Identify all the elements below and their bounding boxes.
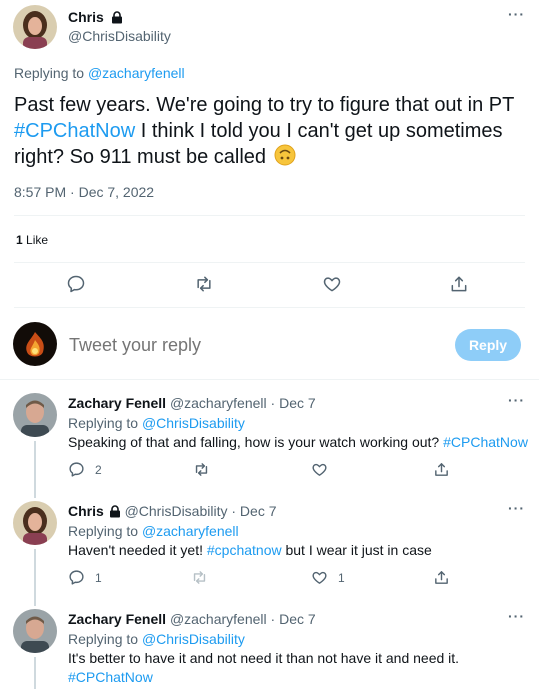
reply-date[interactable]: · Dec 7 [271, 395, 316, 411]
author-handle[interactable]: @ChrisDisability [68, 28, 171, 44]
replying-to-handle[interactable]: @zacharyfenell [142, 523, 239, 539]
reply-author-name[interactable]: Zachary Fenell [68, 611, 166, 627]
retweet-icon[interactable] [191, 569, 208, 586]
reply-author-name[interactable]: Zachary Fenell [68, 395, 166, 411]
more-dots-icon[interactable]: ··· [508, 608, 525, 624]
like-count: 1 [338, 570, 345, 585]
reply-icon[interactable]: 2 [68, 461, 102, 478]
divider [14, 307, 525, 308]
avatar[interactable] [13, 393, 57, 437]
lock-icon [111, 11, 123, 27]
hashtag-link[interactable]: #CPChatNow [443, 434, 528, 450]
replying-to-label: Replying to [14, 65, 85, 81]
likes-count: 1 [16, 233, 23, 247]
likes-label: Like [26, 233, 49, 247]
share-icon[interactable] [449, 274, 469, 294]
reply-count: 1 [95, 570, 102, 585]
hashtag-link[interactable]: #CPChatNow [14, 120, 135, 142]
emoji [274, 144, 296, 173]
avatar[interactable] [13, 609, 57, 653]
hashtag-link[interactable]: #cpchatnow [207, 542, 282, 558]
thread-line [34, 488, 36, 498]
like-icon[interactable] [311, 461, 328, 478]
thread-line [34, 549, 36, 601]
reply-author-handle[interactable]: @zacharyfenell [170, 611, 267, 627]
reply-text: Speaking of that and falling, how is you… [68, 434, 440, 450]
avatar[interactable] [13, 501, 57, 545]
reply-author-name[interactable]: Chris [68, 503, 104, 519]
avatar[interactable] [13, 5, 57, 49]
reply-author-handle[interactable]: @ChrisDisability [125, 503, 228, 519]
divider [14, 262, 525, 263]
more-dots-icon[interactable]: ··· [508, 500, 525, 516]
thread-line [34, 441, 36, 493]
replying-to-handle[interactable]: @ChrisDisability [142, 415, 245, 431]
replying-to-handle[interactable]: @ChrisDisability [142, 631, 245, 647]
author-name[interactable]: Chris [68, 9, 104, 25]
replying-to-label: Replying to [68, 631, 139, 647]
avatar[interactable] [13, 322, 57, 366]
reply-text: Haven't needed it yet! [68, 542, 203, 558]
reply-text: It's better to have it and not need it t… [68, 650, 460, 666]
reply-author-handle[interactable]: @zacharyfenell [170, 395, 267, 411]
reply-input[interactable] [69, 333, 429, 357]
more-dots-icon[interactable]: ··· [508, 6, 525, 22]
hashtag-link[interactable]: #CPChatNow [68, 668, 528, 687]
tweet-text-body: Past few years. We're going to try to fi… [14, 94, 514, 116]
reply-date[interactable]: · Dec 7 [271, 611, 316, 627]
reply-icon[interactable]: 1 [68, 569, 102, 586]
reply-date[interactable]: · Dec 7 [231, 503, 276, 519]
reply-button[interactable]: Reply [455, 329, 521, 361]
retweet-icon[interactable] [193, 461, 210, 478]
divider [14, 215, 525, 216]
retweet-icon[interactable] [194, 274, 214, 294]
reply-icon[interactable] [66, 274, 86, 294]
like-icon[interactable] [322, 274, 342, 294]
likes-stat[interactable]: 1 Like [16, 233, 48, 247]
replying-to-label: Replying to [68, 415, 139, 431]
thread-line [34, 657, 36, 689]
share-icon[interactable] [433, 461, 450, 478]
replying-to-handle[interactable]: @zacharyfenell [88, 65, 185, 81]
tweet-timestamp[interactable]: 8:57 PM · Dec 7, 2022 [14, 184, 154, 200]
thread-line [34, 596, 36, 606]
like-icon[interactable]: 1 [311, 569, 345, 586]
tweet-text: Past few years. We're going to try to fi… [14, 92, 528, 173]
share-icon[interactable] [433, 569, 450, 586]
more-dots-icon[interactable]: ··· [508, 392, 525, 408]
lock-icon [109, 505, 121, 521]
reply-count: 2 [95, 462, 102, 477]
reply-text-2: but I wear it just in case [281, 542, 432, 558]
replying-to-label: Replying to [68, 523, 139, 539]
divider [0, 379, 539, 380]
